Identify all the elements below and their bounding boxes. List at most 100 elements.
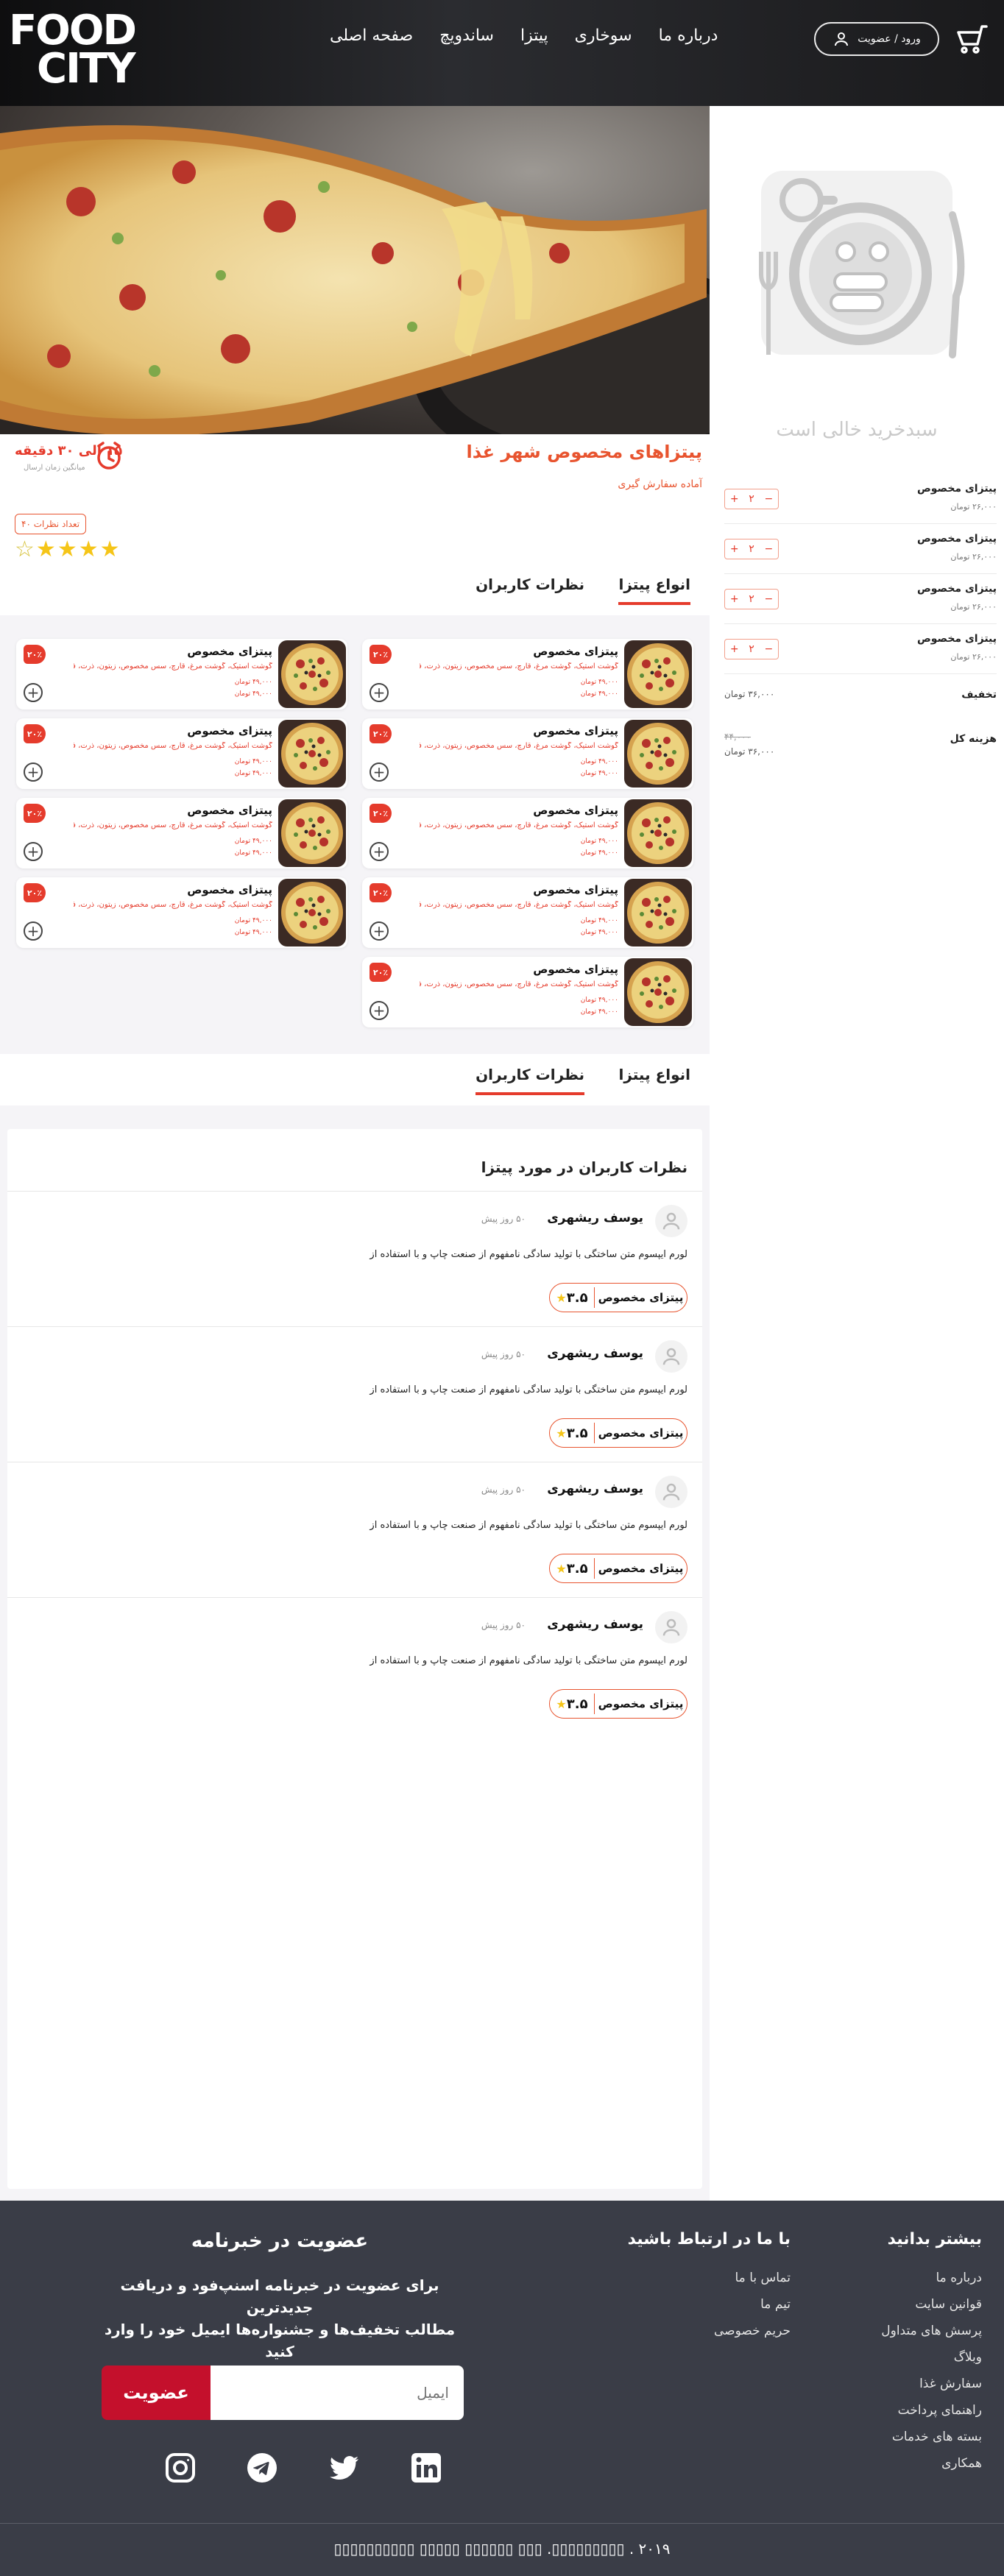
footer-col-title: بیشتر بدانید	[887, 2230, 982, 2248]
footer-link[interactable]: پرسش های متداول	[881, 2324, 982, 2338]
product-price: ۴۹,۰۰۰ تومان	[580, 917, 618, 924]
review-product: پیتزای مخصوص	[594, 1287, 687, 1308]
cart-item-price: ۲۶,۰۰۰ تومان	[950, 652, 997, 662]
product-image	[624, 640, 692, 708]
tab-user-reviews[interactable]: نظرات کاربران	[476, 1066, 584, 1095]
instagram-icon[interactable]	[163, 2451, 197, 2485]
footer-link[interactable]: راهنمای پرداخت	[881, 2403, 982, 2418]
login-label: ورود / عضویت	[858, 33, 921, 45]
subscribe-button[interactable]: عضویت	[102, 2366, 211, 2420]
footer-link[interactable]: تیم ما	[628, 2297, 791, 2312]
social-links	[163, 2451, 443, 2488]
product-image	[624, 720, 692, 788]
product-old-price: ۴۹,۰۰۰ تومان	[580, 690, 618, 698]
product-name: پیتزای مخصوص	[533, 804, 618, 817]
cart-item: پیتزای مخصوص ۲۶,۰۰۰ تومان −۲ +	[724, 574, 997, 624]
footer-link[interactable]: تماس با ما	[628, 2271, 791, 2285]
login-button[interactable]: ورود / عضویت	[814, 22, 939, 56]
footer-link[interactable]: قوانین سایت	[881, 2297, 982, 2312]
quantity-value: ۲	[749, 493, 754, 505]
review-user: یوسف ریشهری	[547, 1482, 643, 1496]
minus-icon[interactable]: −	[764, 643, 773, 655]
review-product-pill[interactable]: پیتزای مخصوص ★۳.۵	[549, 1418, 687, 1448]
logo[interactable]: FOOD CITY	[9, 10, 149, 91]
add-to-cart-button[interactable]: +	[24, 762, 43, 782]
product-card[interactable]: پیتزای مخصوص گوشت استیک، گوشت مرغ، قارچ، …	[16, 877, 347, 948]
quantity-stepper[interactable]: −۲ +	[724, 539, 779, 559]
discount-badge: ۲۰٪	[24, 645, 46, 664]
product-card[interactable]: پیتزای مخصوص گوشت استیک، گوشت مرغ، قارچ، …	[16, 639, 347, 710]
quantity-stepper[interactable]: −۲ +	[724, 589, 779, 609]
reviews-title: نظرات کاربران در مورد پیتزا	[481, 1158, 687, 1176]
nav-home[interactable]: صفحه اصلی	[317, 24, 426, 53]
product-card[interactable]: پیتزای مخصوص گوشت استیک، گوشت مرغ، قارچ، …	[16, 718, 347, 789]
add-to-cart-button[interactable]: +	[24, 842, 43, 861]
minus-icon[interactable]: −	[764, 593, 773, 605]
footer-link[interactable]: بسته های خدمات	[881, 2430, 982, 2444]
review-rating: ★۳.۵	[550, 1561, 594, 1577]
discount-label: تخفیف	[961, 689, 997, 701]
avatar	[655, 1205, 687, 1237]
review-product: پیتزای مخصوص	[594, 1423, 687, 1443]
plus-icon[interactable]: +	[730, 643, 739, 655]
star-icon: ★	[556, 1290, 567, 1305]
user-icon	[662, 1483, 680, 1501]
product-card[interactable]: پیتزای مخصوص گوشت استیک، گوشت مرغ، قارچ، …	[16, 798, 347, 868]
footer-link[interactable]: همکاری	[881, 2456, 982, 2471]
add-to-cart-button[interactable]: +	[24, 683, 43, 702]
footer-link[interactable]: وبلاگ	[881, 2350, 982, 2365]
tab-pizza-types[interactable]: انواع پیتزا	[618, 576, 690, 605]
add-to-cart-button[interactable]: +	[24, 921, 43, 941]
product-old-price: ۴۹,۰۰۰ تومان	[580, 770, 618, 777]
tab-user-reviews[interactable]: نظرات کاربران	[476, 576, 584, 602]
product-card[interactable]: پیتزای مخصوص گوشت استیک، گوشت مرغ، قارچ، …	[362, 639, 693, 710]
cart-item-name: پیتزای مخصوص	[916, 583, 997, 595]
telegram-icon[interactable]	[245, 2451, 279, 2485]
product-old-price: ۴۹,۰۰۰ تومان	[234, 929, 272, 936]
review-product-pill[interactable]: پیتزای مخصوص ★۳.۵	[549, 1554, 687, 1583]
linkedin-icon[interactable]	[409, 2451, 443, 2485]
add-to-cart-button[interactable]: +	[370, 762, 389, 782]
nav-fried[interactable]: سوخاری	[562, 24, 646, 53]
product-card[interactable]: پیتزای مخصوص گوشت استیک، گوشت مرغ، قارچ، …	[362, 957, 693, 1027]
add-to-cart-button[interactable]: +	[370, 921, 389, 941]
review-product-pill[interactable]: پیتزای مخصوص ★۳.۵	[549, 1689, 687, 1719]
quantity-stepper[interactable]: −۲ +	[724, 489, 779, 509]
nav-about[interactable]: درباره ما	[646, 24, 732, 53]
product-old-price: ۴۹,۰۰۰ تومان	[234, 849, 272, 857]
star-icon: ★	[556, 1561, 567, 1576]
footer-link[interactable]: درباره ما	[881, 2271, 983, 2285]
product-price: ۴۹,۰۰۰ تومان	[580, 997, 618, 1004]
twitter-icon[interactable]	[328, 2451, 361, 2485]
minus-icon[interactable]: −	[764, 493, 773, 505]
product-card[interactable]: پیتزای مخصوص گوشت استیک، گوشت مرغ، قارچ، …	[362, 718, 693, 789]
plus-icon[interactable]: +	[730, 493, 739, 505]
product-old-price: ۴۹,۰۰۰ تومان	[234, 770, 272, 777]
plus-icon[interactable]: +	[730, 593, 739, 605]
discount-badge: ۲۰٪	[370, 963, 392, 982]
cart-icon[interactable]	[954, 21, 989, 56]
product-old-price: ۴۹,۰۰۰ تومان	[580, 929, 618, 936]
quantity-stepper[interactable]: −۲ +	[724, 639, 779, 659]
add-to-cart-button[interactable]: +	[370, 683, 389, 702]
cart-item: پیتزای مخصوص ۲۶,۰۰۰ تومان −۲ +	[724, 524, 997, 574]
review-product-pill[interactable]: پیتزای مخصوص ★۳.۵	[549, 1283, 687, 1312]
add-to-cart-button[interactable]: +	[370, 1001, 389, 1020]
nav-pizza[interactable]: پیتزا	[507, 24, 562, 53]
product-description: گوشت استیک، گوشت مرغ، قارچ، سس مخصوص، زی…	[420, 980, 618, 988]
product-card[interactable]: پیتزای مخصوص گوشت استیک، گوشت مرغ، قارچ، …	[362, 798, 693, 868]
footer-link[interactable]: سفارش غذا	[881, 2377, 982, 2391]
tabs-bottom: انواع پیتزا نظرات کاربران	[0, 1054, 710, 1105]
cart-sidebar: سبدخرید خالی است پیتزای مخصوص ۲۶,۰۰۰ توم…	[710, 106, 1004, 2201]
product-card[interactable]: پیتزای مخصوص گوشت استیک، گوشت مرغ، قارچ، …	[362, 877, 693, 948]
reviews-count-badge[interactable]: تعداد نظرات ۴۰	[15, 514, 87, 534]
user-icon	[835, 32, 849, 46]
minus-icon[interactable]: −	[764, 543, 773, 555]
tab-pizza-types[interactable]: انواع پیتزا	[618, 1066, 690, 1092]
user-icon	[662, 1618, 680, 1636]
nav-sandwich[interactable]: ساندویچ	[426, 24, 507, 53]
footer-link[interactable]: حریم خصوصی	[628, 2324, 791, 2338]
add-to-cart-button[interactable]: +	[370, 842, 389, 861]
email-field[interactable]	[211, 2366, 464, 2420]
plus-icon[interactable]: +	[730, 543, 739, 555]
